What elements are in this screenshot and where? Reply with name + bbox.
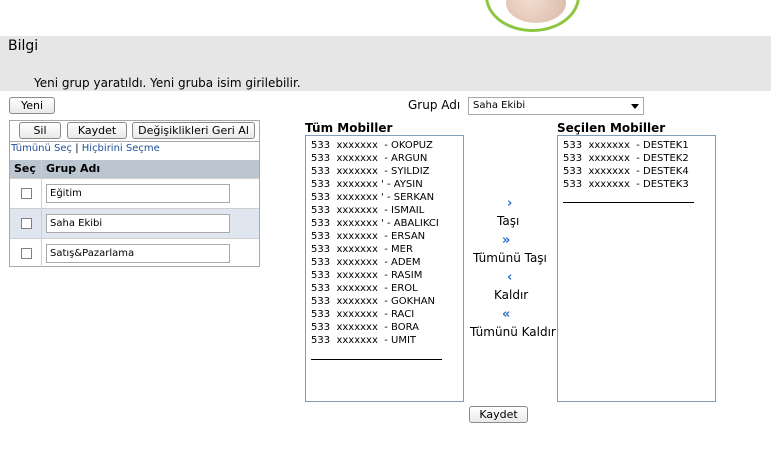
group-table: Tümünü Seç | Hiçbirini Seçme Seç Grup Ad… bbox=[9, 141, 260, 267]
group-name-input[interactable]: Saha Ekibi bbox=[46, 214, 230, 233]
list-item[interactable]: 533 xxxxxxx - GOKHAN bbox=[311, 295, 435, 308]
group-select-label: Grup Adı bbox=[408, 98, 461, 112]
move-arrow-icon[interactable]: › bbox=[507, 197, 512, 210]
list-separator bbox=[311, 359, 442, 360]
logo-image bbox=[506, 0, 566, 23]
info-title: Bilgi bbox=[8, 38, 39, 54]
row-checkbox[interactable] bbox=[21, 248, 32, 259]
table-header: Seç Grup Adı bbox=[10, 160, 259, 178]
table-row: Eğitim bbox=[10, 178, 259, 208]
list-item[interactable]: 533 xxxxxxx - DESTEK3 bbox=[563, 178, 689, 191]
list-item[interactable]: 533 xxxxxxx - ERSAN bbox=[311, 230, 425, 243]
move-all-link[interactable]: Tümünü Taşı bbox=[473, 251, 547, 265]
remove-link[interactable]: Kaldır bbox=[494, 288, 528, 302]
list-item[interactable]: 533 xxxxxxx - RASIM bbox=[311, 269, 422, 282]
revert-changes-button[interactable]: Değişiklikleri Geri Al bbox=[132, 122, 255, 139]
list-item[interactable]: 533 xxxxxxx - RACI bbox=[311, 308, 414, 321]
group-name-input[interactable]: Satış&Pazarlama bbox=[46, 244, 230, 263]
group-select-value: Saha Ekibi bbox=[473, 100, 526, 111]
all-mobiles-list[interactable]: 533 xxxxxxx - OKOPUZ 533 xxxxxxx - ARGUN… bbox=[305, 135, 464, 402]
list-item[interactable]: 533 xxxxxxx - OKOPUZ bbox=[311, 139, 433, 152]
select-none-link[interactable]: Hiçbirini Seçme bbox=[82, 143, 160, 154]
table-row: Satış&Pazarlama bbox=[10, 238, 259, 268]
select-all-link[interactable]: Tümünü Seç bbox=[11, 143, 72, 154]
link-separator: | bbox=[75, 143, 79, 154]
selected-mobiles-title: Seçilen Mobiller bbox=[557, 121, 666, 135]
column-divider bbox=[41, 160, 42, 267]
list-item[interactable]: 533 xxxxxxx - EROL bbox=[311, 282, 418, 295]
list-item[interactable]: 533 xxxxxxx - BORA bbox=[311, 321, 419, 334]
list-item[interactable]: 533 xxxxxxx - ARGUN bbox=[311, 152, 427, 165]
list-item[interactable]: 533 xxxxxxx - DESTEK4 bbox=[563, 165, 689, 178]
list-item[interactable]: 533 xxxxxxx ' - AYSIN bbox=[311, 178, 423, 191]
table-row-selected: Saha Ekibi bbox=[10, 208, 259, 238]
list-item[interactable]: 533 xxxxxxx - MER bbox=[311, 243, 413, 256]
list-item[interactable]: 533 xxxxxxx ' - SERKAN bbox=[311, 191, 434, 204]
save-button[interactable]: Kaydet bbox=[67, 122, 127, 139]
footer-save-button[interactable]: Kaydet bbox=[469, 406, 528, 423]
info-message: Yeni grup yaratıldı. Yeni gruba isim gir… bbox=[34, 76, 301, 90]
list-item[interactable]: 533 xxxxxxx - SYILDIZ bbox=[311, 165, 430, 178]
list-item[interactable]: 533 xxxxxxx - DESTEK1 bbox=[563, 139, 689, 152]
all-mobiles-title: Tüm Mobiller bbox=[305, 121, 393, 135]
list-item[interactable]: 533 xxxxxxx - DESTEK2 bbox=[563, 152, 689, 165]
list-item[interactable]: 533 xxxxxxx ' - ABALIKCI bbox=[311, 217, 439, 230]
col-name-header: Grup Adı bbox=[46, 162, 101, 175]
remove-arrow-icon[interactable]: ‹ bbox=[507, 271, 512, 284]
new-group-button[interactable]: Yeni bbox=[9, 97, 55, 114]
list-item[interactable]: 533 xxxxxxx - ADEM bbox=[311, 256, 421, 269]
list-item[interactable]: 533 xxxxxxx - UMIT bbox=[311, 334, 416, 347]
remove-all-arrow-icon[interactable]: « bbox=[502, 308, 510, 321]
remove-all-link[interactable]: Tümünü Kaldır bbox=[470, 325, 556, 339]
selection-links: Tümünü Seç | Hiçbirini Seçme bbox=[11, 143, 160, 154]
col-select-header: Seç bbox=[14, 162, 36, 175]
list-separator bbox=[563, 202, 694, 203]
row-checkbox[interactable] bbox=[21, 188, 32, 199]
list-item[interactable]: 533 xxxxxxx - ISMAIL bbox=[311, 204, 424, 217]
group-toolbar: Sil Kaydet Değişiklikleri Geri Al bbox=[9, 120, 260, 141]
move-all-arrow-icon[interactable]: » bbox=[502, 234, 510, 247]
company-logo bbox=[485, 0, 580, 32]
selected-mobiles-list[interactable]: 533 xxxxxxx - DESTEK1 533 xxxxxxx - DEST… bbox=[557, 135, 716, 402]
move-link[interactable]: Taşı bbox=[497, 214, 519, 228]
delete-button[interactable]: Sil bbox=[19, 122, 61, 139]
group-select[interactable]: Saha Ekibi bbox=[468, 97, 644, 115]
chevron-down-icon[interactable] bbox=[631, 104, 639, 109]
row-checkbox[interactable] bbox=[21, 218, 32, 229]
group-name-input[interactable]: Eğitim bbox=[46, 184, 230, 203]
